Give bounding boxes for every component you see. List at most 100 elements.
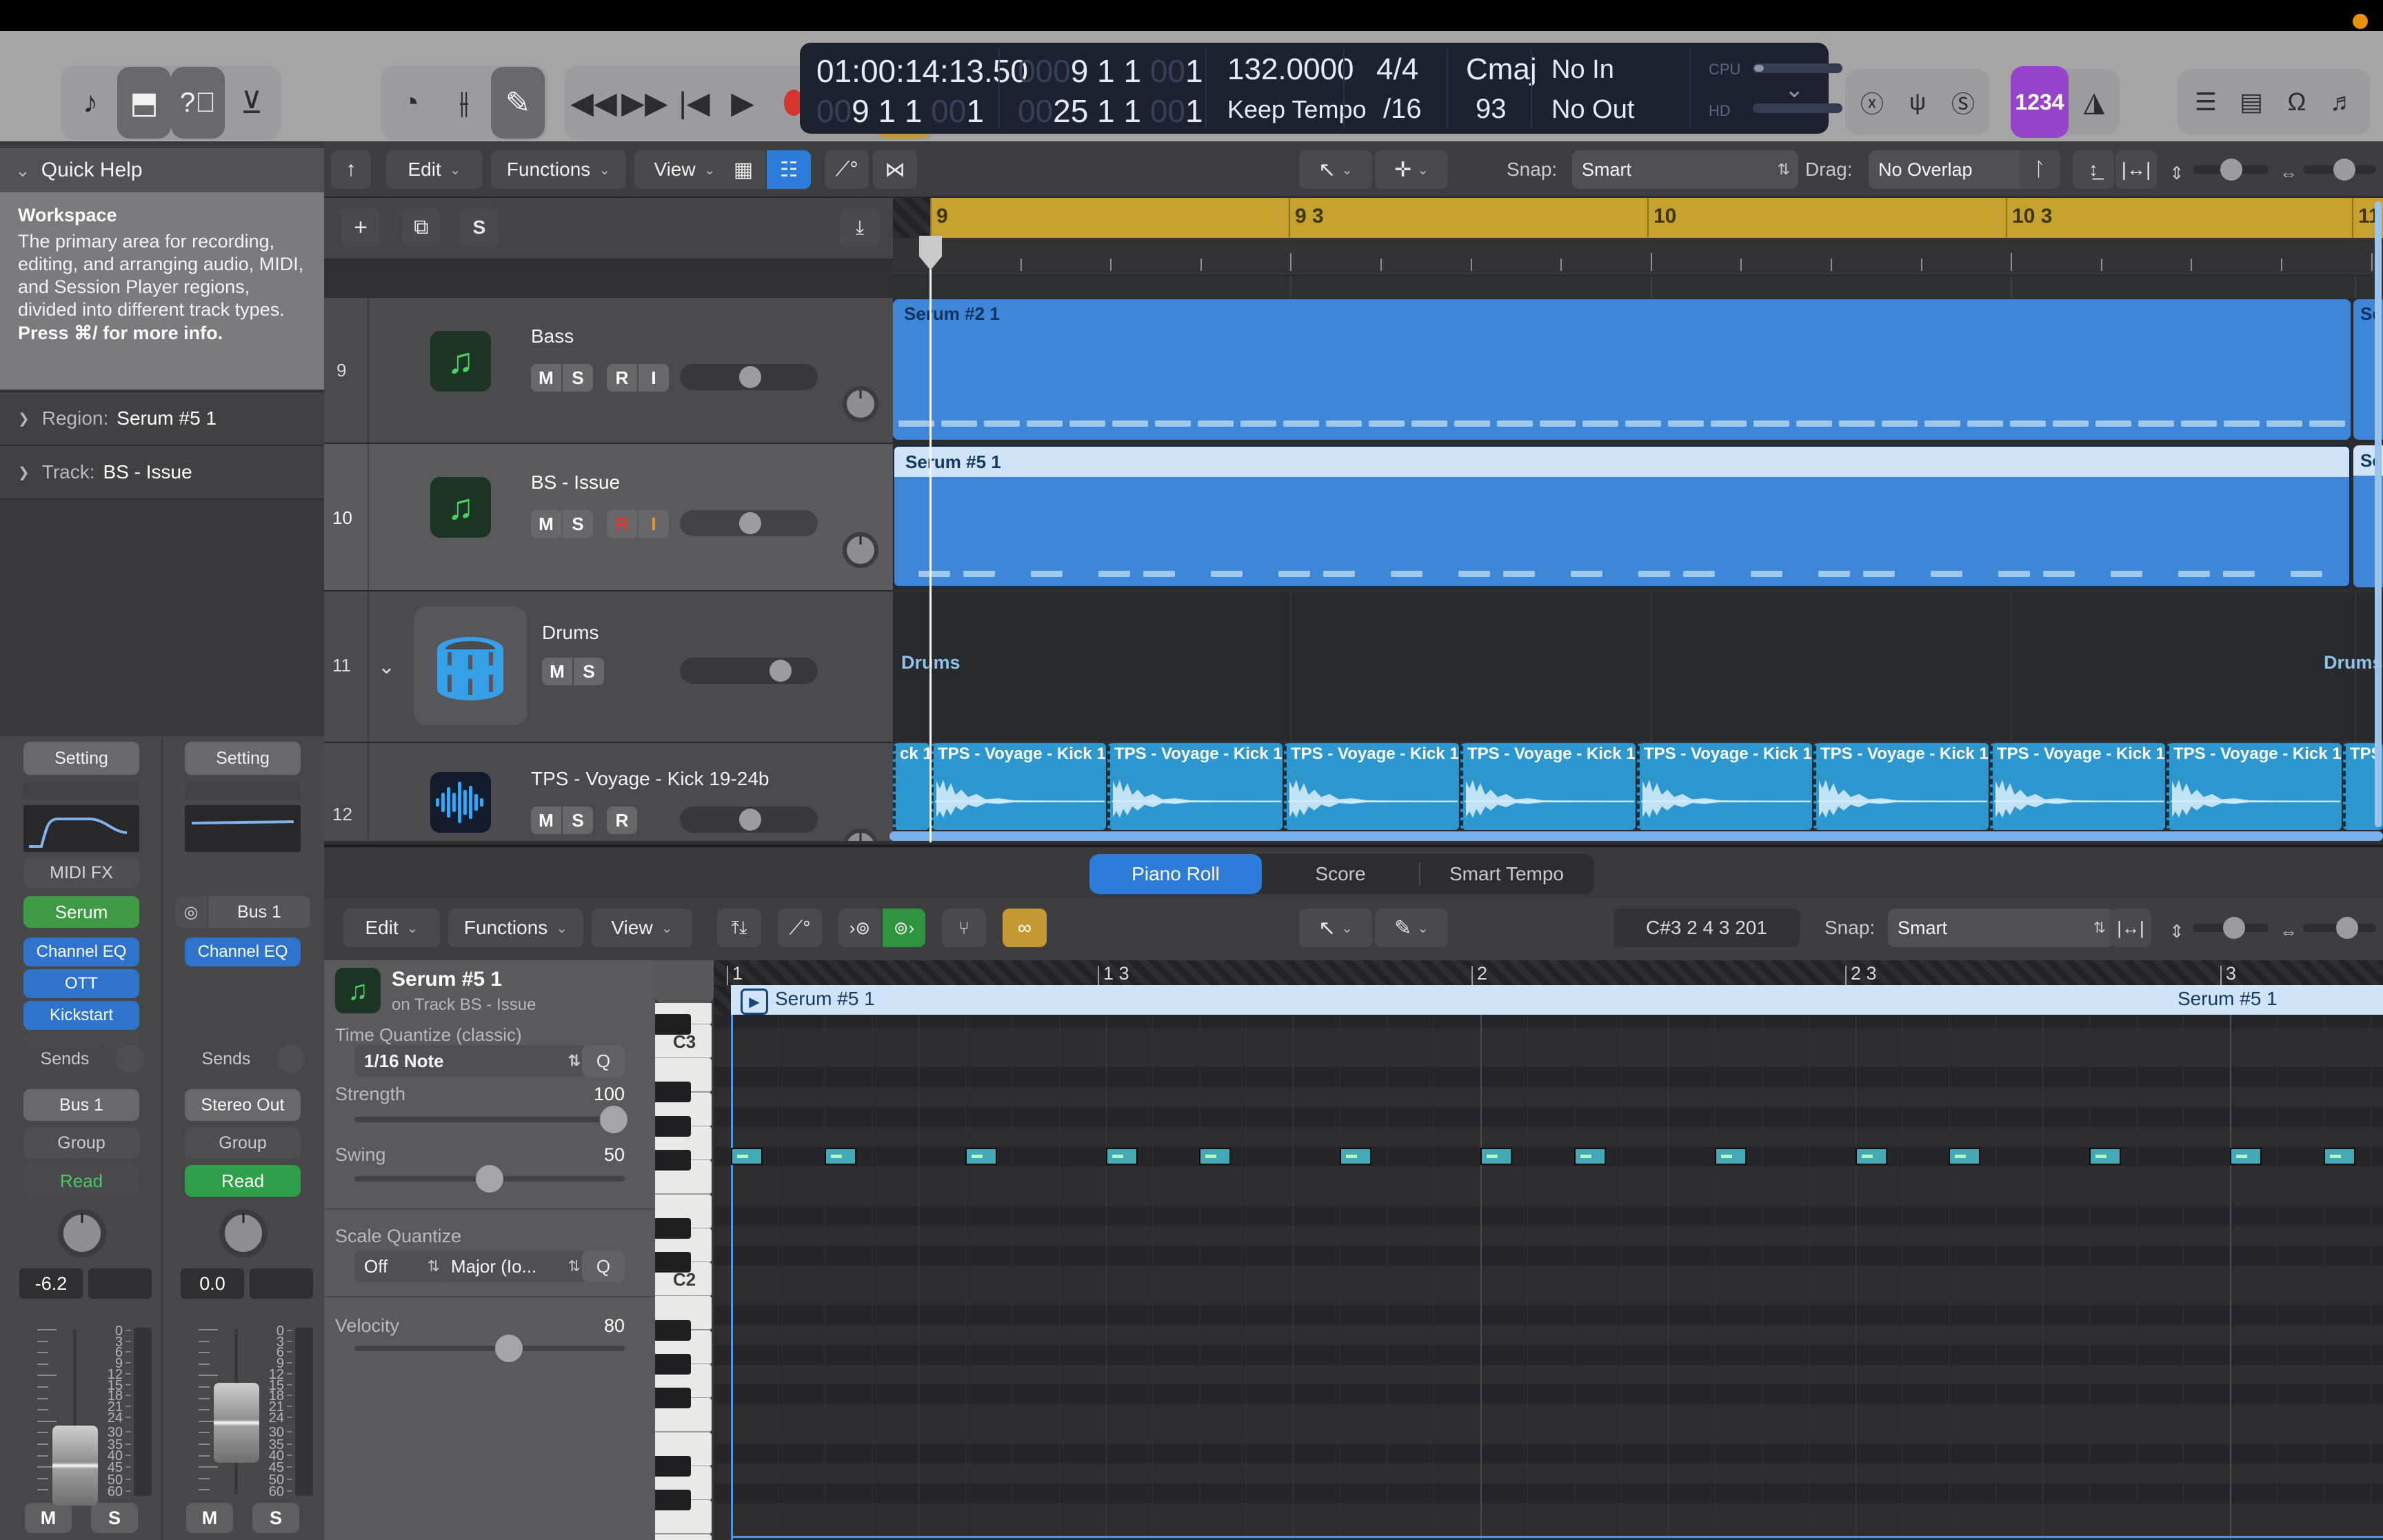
mute-button[interactable]: M bbox=[542, 658, 572, 685]
solo-button[interactable]: S bbox=[252, 1503, 299, 1533]
tuning-fork-icon[interactable]: ψ bbox=[1895, 66, 1940, 138]
arrange-view-menu[interactable]: View⌄ bbox=[634, 150, 735, 189]
shield-x-icon[interactable]: ⓧ bbox=[1849, 66, 1895, 138]
velocity-slider[interactable] bbox=[354, 1346, 625, 1351]
region-serum5-selected[interactable]: Serum #5 1 bbox=[893, 445, 2351, 587]
fader-cap[interactable] bbox=[52, 1426, 98, 1506]
arrange-edit-menu[interactable]: Edit⌄ bbox=[386, 150, 483, 189]
pr-region-header-bar[interactable]: ▶ Serum #5 1 Serum #5 1 bbox=[731, 985, 2383, 1015]
lcd-chevron-down-icon[interactable]: ⌄ bbox=[1784, 76, 1804, 103]
tab-piano-roll[interactable]: Piano Roll bbox=[1089, 854, 1262, 894]
fader-cap[interactable] bbox=[214, 1383, 259, 1463]
solo-button[interactable]: S bbox=[91, 1503, 138, 1533]
setting-button[interactable]: Setting bbox=[185, 742, 301, 775]
solo-button[interactable]: S bbox=[563, 807, 593, 834]
audio-region-tps[interactable]: TPS - Voyage - Kick 19- bbox=[931, 743, 1106, 830]
inspector-toggle-icon[interactable]: ⬒ bbox=[117, 67, 171, 139]
rewind-icon[interactable]: ◀◀ bbox=[568, 67, 619, 139]
quick-help-header[interactable]: ⌄ Quick Help bbox=[0, 148, 324, 192]
black-key-f#2[interactable] bbox=[655, 1150, 691, 1171]
grid-view-icon[interactable]: ▦ bbox=[721, 150, 765, 189]
piano-roll-grid[interactable] bbox=[714, 1015, 2383, 1540]
horizontal-scrollbar[interactable] bbox=[889, 831, 2383, 841]
midi-out-icon[interactable]: ⊚› bbox=[883, 909, 925, 947]
mute-button[interactable]: M bbox=[186, 1503, 233, 1533]
black-key-g#2[interactable] bbox=[655, 1116, 691, 1137]
pr-v-zoom-slider[interactable] bbox=[2193, 924, 2269, 932]
record-enable-button[interactable]: R bbox=[607, 364, 637, 392]
audio-fx-button[interactable]: Channel EQ bbox=[23, 938, 139, 966]
audio-region-tps[interactable]: TPS - Voyage - Kick 19- bbox=[1990, 743, 2165, 830]
note-pads-icon[interactable]: ▤ bbox=[2229, 66, 2274, 138]
audio-region-tps[interactable]: TPS - Voyage - Kick 19- bbox=[1813, 743, 1989, 830]
midi-note-f#2[interactable] bbox=[1949, 1148, 1980, 1165]
black-key-c#3[interactable] bbox=[655, 1014, 691, 1035]
pr-snap-select[interactable]: Smart⇅ bbox=[1888, 909, 2114, 947]
scale-q-button[interactable]: Q bbox=[582, 1250, 625, 1282]
pr-h-zoom-slider[interactable] bbox=[2303, 924, 2376, 932]
loop-browser-icon[interactable]: Ω bbox=[2274, 66, 2320, 138]
white-key-b0[interactable] bbox=[655, 1534, 712, 1540]
input-monitor-button[interactable]: I bbox=[639, 364, 669, 392]
secondary-tool-selector[interactable]: ✛⌄ bbox=[1375, 150, 1448, 189]
input-slot[interactable]: ◎Bus 1 bbox=[175, 896, 310, 928]
time-quantize-select[interactable]: 1/16 Note⇅ bbox=[354, 1045, 589, 1077]
pr-pencil-tool[interactable]: ✎⌄ bbox=[1375, 909, 1448, 947]
waveform-zoom-icon[interactable]: ᛚ bbox=[2019, 150, 2060, 189]
empty-slot[interactable] bbox=[23, 782, 139, 800]
audio-region-tps[interactable]: ck 19- bbox=[893, 743, 929, 830]
audio-region-tps[interactable]: TPS - Voyage - Kick 19- bbox=[1637, 743, 1812, 830]
pr-automation-icon[interactable]: ⟋° bbox=[778, 909, 822, 947]
midi-note-f#2[interactable] bbox=[1480, 1148, 1512, 1165]
black-key-a#2[interactable] bbox=[655, 1082, 691, 1102]
record-enable-button[interactable]: R bbox=[607, 807, 637, 834]
horizontal-auto-zoom-icon[interactable]: |↔| bbox=[2115, 150, 2157, 189]
midi-note-f#2[interactable] bbox=[1856, 1148, 1887, 1165]
mute-button[interactable]: M bbox=[25, 1503, 72, 1533]
black-key-g#1[interactable] bbox=[655, 1354, 691, 1375]
snap-select[interactable]: Smart⇅ bbox=[1572, 150, 1798, 189]
region-serum2[interactable]: Serum #2 1 bbox=[893, 299, 2351, 440]
instrument-slot-button[interactable]: Serum bbox=[23, 896, 139, 928]
midi-note-f#2[interactable] bbox=[731, 1148, 763, 1165]
audio-region-tps[interactable]: TPS - Voyage - Kick 19- bbox=[1107, 743, 1283, 830]
pr-edit-menu[interactable]: Edit⌄ bbox=[343, 909, 440, 947]
midi-note-f#2[interactable] bbox=[2089, 1148, 2121, 1165]
track-header-panel-icon[interactable]: ⤓ bbox=[840, 208, 880, 247]
track-header-bs-issue[interactable]: 10 ♫ BS - Issue M S R I bbox=[324, 444, 893, 591]
mute-button[interactable]: M bbox=[531, 807, 561, 834]
solo-mode-icon[interactable]: Ⓢ bbox=[1940, 66, 1986, 138]
track-header-drums[interactable]: 11 ⌄ Drums M S bbox=[324, 591, 893, 743]
toolbar-icon[interactable]: ⊻ bbox=[225, 67, 279, 139]
audio-fx-button[interactable]: Kickstart bbox=[23, 1001, 139, 1030]
forward-icon[interactable]: ▶▶ bbox=[619, 67, 670, 139]
quantize-q-button[interactable]: Q bbox=[582, 1045, 625, 1077]
audio-fx-button[interactable]: OTT bbox=[23, 969, 139, 998]
list-editors-icon[interactable]: ☰ bbox=[2183, 66, 2229, 138]
black-key-d#2[interactable] bbox=[655, 1218, 691, 1239]
automation-icon[interactable]: ⟋° bbox=[825, 150, 869, 189]
pr-view-menu[interactable]: View⌄ bbox=[592, 909, 692, 947]
black-key-c#2[interactable] bbox=[655, 1252, 691, 1273]
output-button[interactable]: Bus 1 bbox=[23, 1089, 139, 1121]
black-key-c#1[interactable] bbox=[655, 1490, 691, 1510]
solo-button[interactable]: S bbox=[574, 658, 604, 685]
tuner-icon[interactable]: ◔ bbox=[383, 67, 437, 139]
track-header-bass[interactable]: 9 ♫ Bass M S R I bbox=[324, 298, 893, 444]
volume-slider[interactable] bbox=[680, 658, 818, 684]
list-view-icon[interactable]: ☷ bbox=[767, 150, 811, 189]
pan-knob[interactable] bbox=[843, 532, 878, 568]
midi-note-f#2[interactable] bbox=[1715, 1148, 1747, 1165]
mixer-icon[interactable]: ⫲ bbox=[437, 67, 491, 139]
arrange-functions-menu[interactable]: Functions⌄ bbox=[491, 150, 626, 189]
setting-button[interactable]: Setting bbox=[23, 742, 139, 775]
pointer-tool-selector[interactable]: ↖⌄ bbox=[1299, 150, 1372, 189]
region-play-icon[interactable]: ▶ bbox=[741, 989, 768, 1015]
midi-note-f#2[interactable] bbox=[2230, 1148, 2262, 1165]
track-inspector-row[interactable]: ❯ Track: BS - Issue bbox=[0, 445, 324, 500]
record-enable-button[interactable]: R bbox=[607, 510, 637, 538]
scale-mode-select[interactable]: Major (Io...⇅ bbox=[441, 1250, 589, 1282]
black-key-f#1[interactable] bbox=[655, 1388, 691, 1408]
playhead-line[interactable] bbox=[929, 238, 932, 842]
volume-slider[interactable] bbox=[680, 364, 818, 390]
